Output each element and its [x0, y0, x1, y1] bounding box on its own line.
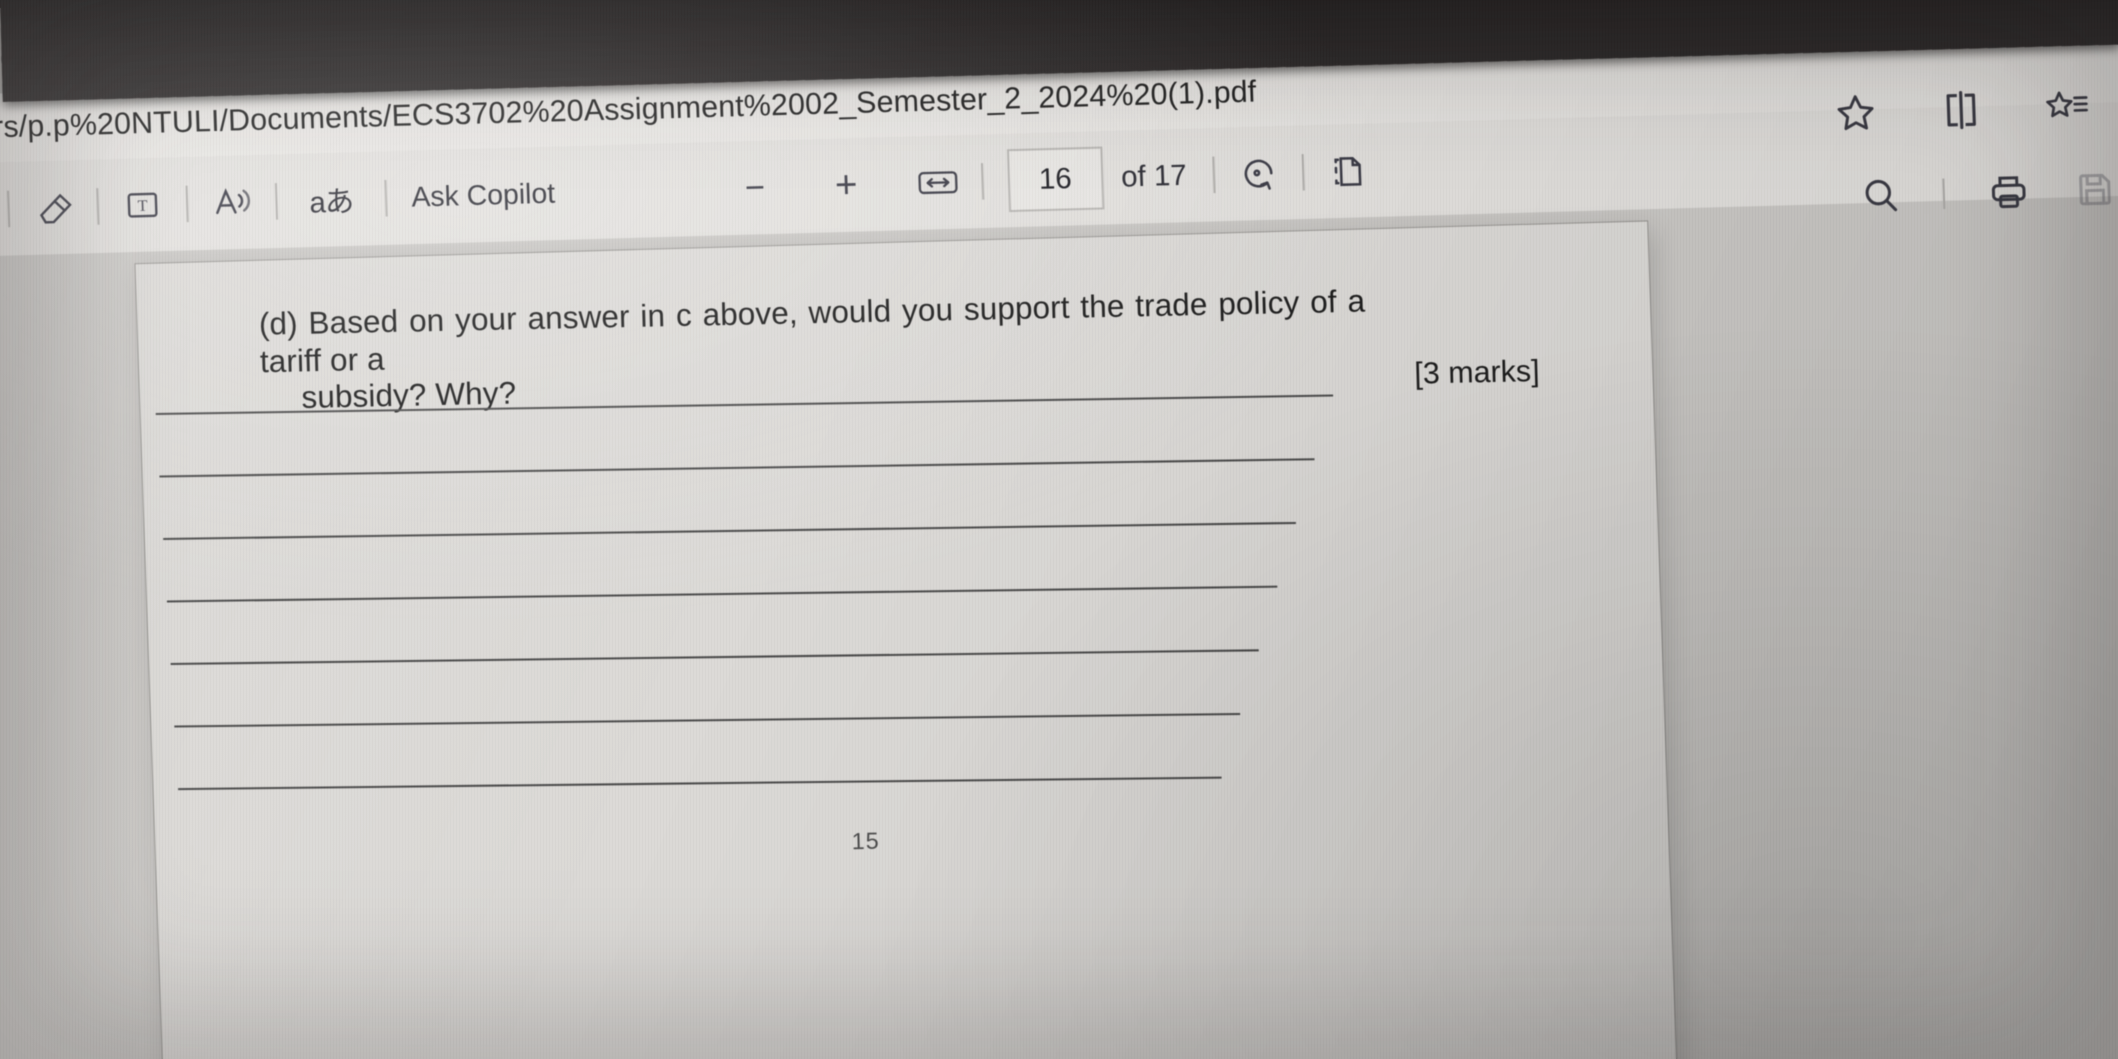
pdf-viewer[interactable]: (d) Based on your answer in c above, wou… — [0, 193, 2118, 1059]
page-view-icon — [1334, 156, 1362, 187]
star-icon — [1837, 95, 1874, 131]
answer-line — [170, 649, 1259, 666]
favorites-list-icon — [2046, 91, 2088, 118]
zoom-in-button[interactable]: + — [812, 155, 881, 216]
print-icon — [1991, 176, 2026, 209]
split-screen-button[interactable] — [1937, 86, 1985, 134]
page-total-label: of 17 — [1120, 158, 1188, 194]
toolbar-divider — [185, 185, 189, 223]
search-icon — [1865, 179, 1898, 212]
answer-line — [174, 712, 1241, 728]
answer-line — [159, 458, 1315, 478]
toolbar-divider — [384, 179, 388, 217]
favorite-button[interactable] — [1832, 89, 1880, 137]
monitor-photo: nment 02_Semest ✕ PDF ECS3702 Assignment… — [0, 0, 2118, 1059]
ask-copilot-button[interactable]: Ask Copilot — [397, 177, 570, 214]
split-screen-icon — [1946, 90, 1976, 130]
answer-line — [178, 776, 1222, 791]
minus-icon: − — [744, 168, 766, 208]
eraser-button[interactable] — [19, 177, 88, 238]
toolbar-divider — [980, 163, 984, 200]
rotate-button[interactable] — [1224, 143, 1293, 204]
print-button[interactable] — [1985, 169, 2033, 215]
fit-width-icon — [917, 171, 958, 195]
answer-line — [166, 585, 1278, 603]
rotate-icon — [1244, 159, 1273, 190]
zoom-out-button[interactable]: − — [720, 157, 789, 218]
toolbar-divider — [1301, 154, 1306, 191]
toolbar-divider — [1942, 178, 1946, 210]
search-button[interactable] — [1859, 174, 1903, 218]
save-button[interactable] — [2072, 167, 2118, 213]
fit-to-width-button[interactable] — [903, 152, 972, 213]
toolbar-divider — [6, 190, 11, 228]
favorites-list-button[interactable] — [2043, 83, 2091, 131]
text-box-icon: T — [127, 192, 158, 218]
toolbar-divider — [96, 188, 100, 225]
read-aloud-icon — [216, 188, 251, 215]
read-aloud-button[interactable] — [197, 172, 266, 233]
answer-line — [163, 521, 1296, 540]
marks-label: [3 marks] — [1413, 354, 1541, 391]
page-number-input[interactable]: 16 — [1006, 146, 1105, 213]
text-box-button[interactable]: T — [108, 175, 177, 236]
screen-content: nment 02_Semest ✕ PDF ECS3702 Assignment… — [0, 0, 2118, 1059]
page-footer-number: 15 — [851, 827, 881, 855]
eraser-icon — [39, 193, 72, 224]
question-label: (d) — [258, 305, 299, 342]
svg-text:T: T — [137, 198, 148, 215]
save-icon — [2079, 173, 2111, 206]
plus-icon: + — [834, 163, 859, 207]
pdf-right-actions — [1859, 167, 2118, 219]
toolbar-divider — [274, 183, 279, 220]
pdf-page-sheet: (d) Based on your answer in c above, wou… — [135, 221, 1680, 1059]
browser-right-actions — [1832, 80, 2118, 137]
pdf-page-content: (d) Based on your answer in c above, wou… — [135, 233, 1672, 1059]
page-view-button[interactable] — [1314, 141, 1383, 202]
toolbar-divider — [1212, 156, 1216, 194]
translate-icon: aあ — [308, 185, 354, 220]
translate-button[interactable]: aあ — [287, 169, 376, 230]
